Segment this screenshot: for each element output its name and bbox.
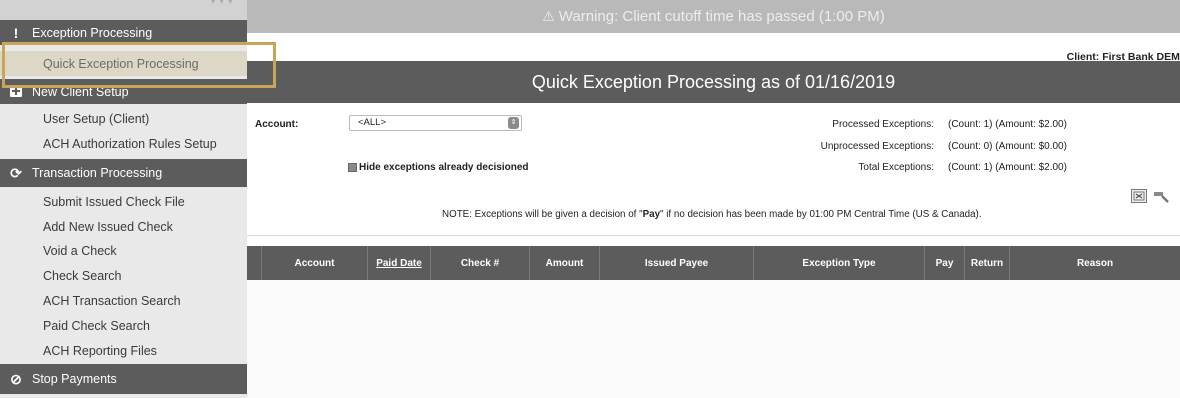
sidebar-item-user-setup[interactable]: User Setup (Client) [0,107,247,131]
hide-decisioned-label: Hide exceptions already decisioned [359,162,529,173]
processed-exceptions-value: (Count: 1) (Amount: $2.00) [948,119,1067,130]
sidebar-section-transaction-processing[interactable]: ⟳ Transaction Processing [0,159,247,187]
sidebar-item-label: User Setup (Client) [43,112,150,126]
processed-exceptions-label: Processed Exceptions: [832,119,934,130]
note-suffix: " if no decision has been made by 01:00 … [660,209,982,220]
sidebar-item-label: ACH Authorization Rules Setup [43,137,217,151]
hide-decisioned-checkbox[interactable] [348,163,357,172]
sidebar-section-new-client-setup[interactable]: New Client Setup [0,79,247,104]
exceptions-table-body [247,280,1180,398]
total-exceptions-label: Total Exceptions: [858,162,934,173]
sidebar-collapse-area: ▾ ▾ ▾ [0,0,247,20]
column-header-exception-type[interactable]: Exception Type [753,246,924,280]
refresh-icon: ⟳ [10,164,22,181]
collapse-hint: ▾ ▾ ▾ [210,0,233,7]
note-prefix: NOTE: Exceptions will be given a decisio… [442,209,643,220]
warning-text: Warning: Client cutoff time has passed (… [558,8,885,25]
page-title-bar: Quick Exception Processing as of 01/16/2… [247,61,1180,103]
sidebar-item-quick-exception-processing[interactable]: Quick Exception Processing [0,51,247,76]
sidebar-item-ach-reporting-files[interactable]: ACH Reporting Files [0,338,247,363]
sidebar-item-void-a-check[interactable]: Void a Check [0,239,247,263]
account-label: Account: [255,119,299,130]
sidebar-section-label: Stop Payments [32,372,117,386]
sidebar-item-label: ACH Reporting Files [43,343,157,358]
column-header-paid-date[interactable]: Paid Date [367,246,430,280]
select-arrows-icon: ⇕ [508,117,519,129]
column-header-amount[interactable]: Amount [529,246,599,280]
sidebar-section-stop-payments[interactable]: ⊘ Stop Payments [0,364,247,394]
exceptions-table-header: Account Paid Date Check # Amount Issued … [247,246,1180,280]
sidebar-item-check-search[interactable]: Check Search [0,263,247,289]
column-header-return[interactable]: Return [964,246,1009,280]
wrench-icon[interactable] [1153,189,1171,205]
sidebar-item-add-new-issued-check[interactable]: Add New Issued Check [0,214,247,239]
sidebar-item-label: Quick Exception Processing [43,56,199,71]
column-header-pay[interactable]: Pay [924,246,964,280]
column-header-issued-payee[interactable]: Issued Payee [599,246,753,280]
sidebar-section-label: Exception Processing [32,25,153,40]
account-select-value: <ALL> [358,117,386,128]
export-excel-icon[interactable] [1131,189,1149,205]
sidebar: ▾ ▾ ▾ ! Exception Processing Quick Excep… [0,0,247,398]
sidebar-section-label: Transaction Processing [32,166,163,180]
cutoff-note: NOTE: Exceptions will be given a decisio… [442,209,982,220]
note-bold: Pay [642,209,661,220]
no-entry-icon: ⊘ [10,370,22,387]
sidebar-section-label: New Client Setup [32,84,129,99]
total-exceptions-value: (Count: 1) (Amount: $2.00) [948,162,1067,173]
unprocessed-exceptions-value: (Count: 0) (Amount: $0.00) [948,141,1067,152]
column-header-reason[interactable]: Reason [1009,246,1180,280]
sidebar-section-exception-processing[interactable]: ! Exception Processing [0,20,247,45]
sidebar-item-label: ACH Transaction Search [43,294,181,308]
unprocessed-exceptions-label: Unprocessed Exceptions: [820,141,934,152]
sidebar-item-label: Check Search [43,269,122,283]
plus-icon [0,84,32,100]
divider [247,235,1180,236]
sidebar-item-label: Submit Issued Check File [43,195,185,209]
sidebar-item-submit-issued-check-file[interactable]: Submit Issued Check File [0,190,247,214]
main-content: ⚠ Warning: Client cutoff time has passed… [247,0,1180,398]
sidebar-item-label: Add New Issued Check [43,219,173,234]
sidebar-item-ach-transaction-search[interactable]: ACH Transaction Search [0,289,247,313]
sidebar-item-label: Paid Check Search [43,318,151,333]
warning-banner: ⚠ Warning: Client cutoff time has passed… [247,0,1180,33]
column-header-account[interactable]: Account [261,246,367,280]
table-header-spacer [247,246,261,280]
account-select[interactable]: <ALL> ⇕ [349,115,522,131]
page-title: Quick Exception Processing as of 01/16/2… [531,71,896,92]
column-header-check-number[interactable]: Check # [430,246,529,280]
sidebar-item-label: Void a Check [43,244,117,258]
exclamation-icon: ! [13,24,19,41]
warning-icon: ⚠ [542,8,555,24]
hide-decisioned-toggle[interactable]: Hide exceptions already decisioned [348,162,529,173]
sidebar-item-ach-authorization[interactable]: ACH Authorization Rules Setup [0,131,247,157]
sidebar-item-paid-check-search[interactable]: Paid Check Search [0,313,247,338]
